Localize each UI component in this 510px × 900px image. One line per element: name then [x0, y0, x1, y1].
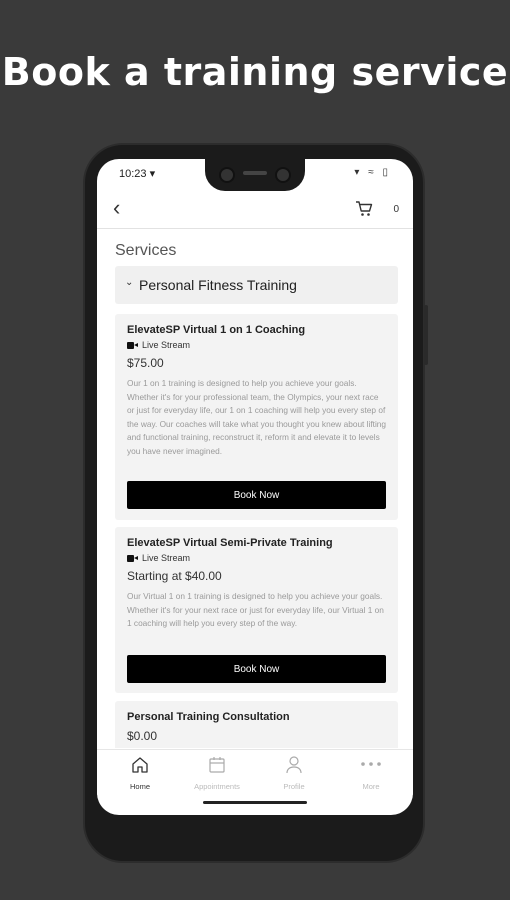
- service-tag: Live Stream: [127, 340, 190, 350]
- service-name: ElevateSP Virtual Semi-Private Training: [127, 537, 333, 549]
- promo-headline: Book a training service: [1, 50, 509, 94]
- phone-screen: 10:23 ▾ ▾ ≈ ▯ ‹ 0 Services ⌄ Personal Fi…: [97, 159, 413, 815]
- chevron-down-icon: ⌄: [125, 277, 134, 288]
- status-time: 10:23 ▾: [119, 168, 156, 180]
- bottom-tab-bar: Home Appointments Profile More: [97, 749, 413, 795]
- page-title: Services: [115, 242, 177, 259]
- service-description: Our Virtual 1 on 1 training is designed …: [127, 591, 384, 628]
- services-content[interactable]: Services ⌄ Personal Fitness Training Ele…: [97, 230, 413, 748]
- calendar-icon: [209, 757, 225, 773]
- service-name: ElevateSP Virtual 1 on 1 Coaching: [127, 324, 306, 336]
- phone-frame: 10:23 ▾ ▾ ≈ ▯ ‹ 0 Services ⌄ Personal Fi…: [83, 143, 428, 863]
- camera-notch: [205, 159, 305, 191]
- status-icons: ▾ ≈ ▯: [354, 167, 391, 178]
- service-price: $75.00: [127, 356, 164, 370]
- service-price: Starting at $40.00: [127, 569, 222, 583]
- video-camera-icon: [127, 341, 138, 349]
- category-header[interactable]: ⌄ Personal Fitness Training: [115, 266, 398, 304]
- tab-label: Home: [129, 782, 150, 791]
- book-now-button[interactable]: Book Now: [127, 481, 386, 509]
- person-icon: [286, 756, 302, 774]
- service-description: Our 1 on 1 training is designed to help …: [127, 378, 387, 456]
- front-camera-icon: [219, 167, 235, 183]
- service-tag: Live Stream: [127, 553, 190, 563]
- front-camera-icon: [275, 167, 291, 183]
- tab-label: Appointments: [194, 782, 240, 791]
- tab-profile[interactable]: Profile: [259, 756, 329, 791]
- service-tag-label: Live Stream: [142, 553, 191, 563]
- service-card: ElevateSP Virtual 1 on 1 Coaching Live S…: [115, 314, 398, 520]
- home-indicator[interactable]: [203, 801, 307, 804]
- tab-label: Profile: [283, 782, 305, 791]
- service-card: Personal Training Consultation $0.00: [115, 701, 398, 748]
- book-now-button[interactable]: Book Now: [127, 655, 386, 683]
- home-icon: [132, 757, 148, 773]
- video-camera-icon: [127, 554, 138, 562]
- more-icon: [361, 762, 381, 766]
- category-label: Personal Fitness Training: [139, 277, 297, 293]
- tab-home[interactable]: Home: [105, 756, 175, 791]
- speaker-grille: [243, 171, 267, 175]
- service-price: $0.00: [127, 729, 158, 743]
- phone-side-button: [424, 305, 428, 365]
- cart-icon[interactable]: [355, 201, 373, 222]
- service-tag-label: Live Stream: [142, 340, 191, 350]
- service-name: Personal Training Consultation: [127, 711, 290, 723]
- cart-count: 0: [393, 204, 399, 215]
- app-bar: ‹ 0: [97, 193, 413, 229]
- tab-label: More: [362, 782, 380, 791]
- back-arrow-icon[interactable]: ‹: [113, 197, 120, 219]
- service-card: ElevateSP Virtual Semi-Private Training …: [115, 527, 398, 693]
- tab-more[interactable]: More: [336, 756, 406, 791]
- tab-appointments[interactable]: Appointments: [182, 756, 252, 791]
